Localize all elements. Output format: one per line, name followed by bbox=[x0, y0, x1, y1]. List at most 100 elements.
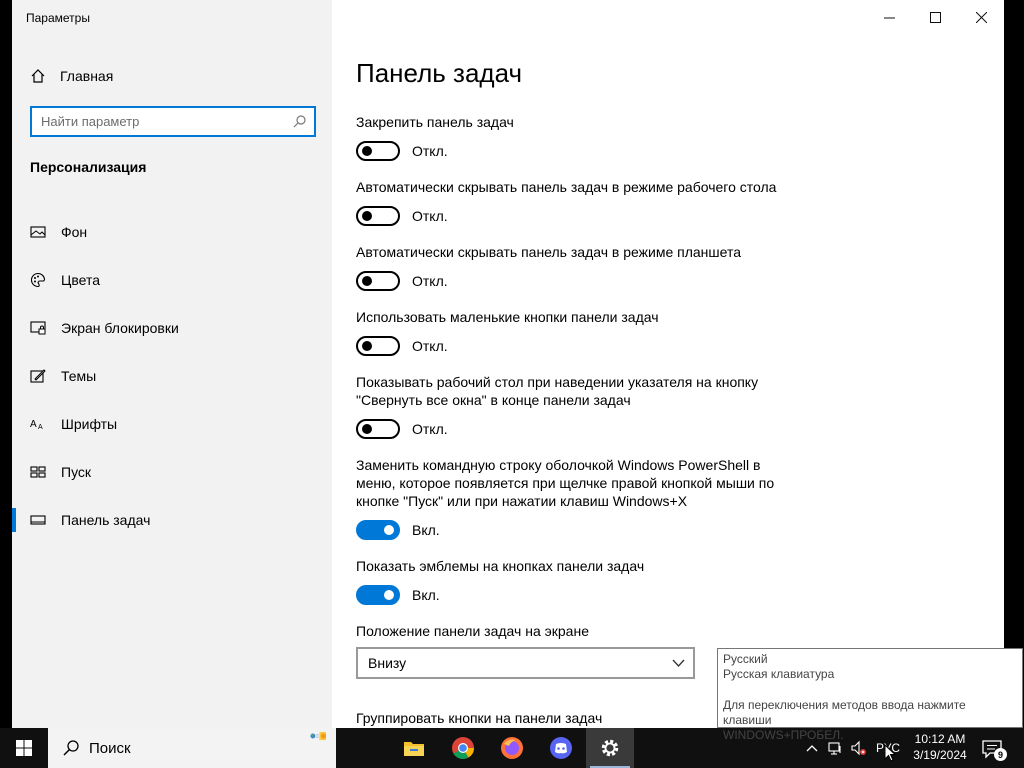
search-highlight-art-icon bbox=[310, 731, 326, 741]
minimize-button[interactable] bbox=[866, 0, 912, 34]
chevron-down-icon bbox=[672, 659, 685, 667]
sidebar-item-fonts[interactable]: AA Шрифты bbox=[12, 400, 332, 448]
setting-autohide-desktop: Автоматически скрывать панель задач в ре… bbox=[356, 178, 816, 226]
setting-lock-taskbar: Закрепить панель задач Откл. bbox=[356, 113, 816, 161]
sidebar-item-themes[interactable]: Темы bbox=[12, 352, 332, 400]
taskbar-search-box[interactable]: Поиск bbox=[48, 728, 336, 768]
setting-label: Использовать маленькие кнопки панели зад… bbox=[356, 309, 659, 325]
setting-badges: Показать эмблемы на кнопках панели задач… bbox=[356, 557, 816, 605]
setting-position: Положение панели задач на экране bbox=[356, 622, 816, 640]
discord-icon bbox=[550, 737, 572, 759]
tooltip-hint: Для переключения методов ввода нажмите к… bbox=[723, 698, 966, 727]
taskbar-app-firefox[interactable] bbox=[488, 728, 536, 768]
taskbar-position-dropdown[interactable]: Внизу bbox=[356, 647, 695, 679]
notification-count-badge: 9 bbox=[994, 748, 1007, 761]
toggle-state-text: Откл. bbox=[412, 421, 448, 437]
toggle-state-text: Вкл. bbox=[412, 522, 440, 538]
setting-small-buttons: Использовать маленькие кнопки панели зад… bbox=[356, 308, 816, 356]
window-title: Параметры bbox=[26, 11, 90, 25]
clock-date: 3/19/2024 bbox=[913, 748, 967, 762]
taskbar-app-file-explorer[interactable] bbox=[390, 728, 438, 768]
search-icon bbox=[63, 740, 79, 756]
sidebar: Параметры Главная Персонализация Фон Цве… bbox=[12, 0, 332, 728]
main-content: Панель задач Закрепить панель задач Откл… bbox=[332, 0, 1004, 728]
sidebar-item-label: Панель задач bbox=[61, 512, 151, 528]
toggle-state-text: Откл. bbox=[412, 338, 448, 354]
page-title: Панель задач bbox=[356, 58, 523, 88]
taskbar-icon bbox=[30, 515, 46, 525]
setting-label: Автоматически скрывать панель задач в ре… bbox=[356, 244, 741, 260]
tooltip-language: Русский bbox=[723, 652, 768, 666]
setting-autohide-tablet: Автоматически скрывать панель задач в ре… bbox=[356, 243, 816, 291]
tooltip-hint-keys: WINDOWS+ПРОБЕЛ. bbox=[723, 728, 844, 742]
taskbar-app-settings[interactable] bbox=[586, 728, 634, 768]
sidebar-item-label: Темы bbox=[61, 368, 97, 384]
setting-peek-desktop: Показывать рабочий стол при наведении ук… bbox=[356, 373, 776, 439]
toggle-state-text: Откл. bbox=[412, 143, 448, 159]
sidebar-item-start[interactable]: Пуск bbox=[12, 448, 332, 496]
home-label: Главная bbox=[60, 68, 114, 84]
setting-label: Показывать рабочий стол при наведении ук… bbox=[356, 374, 759, 408]
search-box[interactable] bbox=[30, 106, 316, 137]
mouse-pointer-icon bbox=[884, 744, 896, 762]
minimize-icon bbox=[883, 17, 895, 18]
sidebar-item-label: Шрифты bbox=[61, 416, 118, 432]
windows-logo-icon bbox=[16, 740, 32, 756]
small-buttons-toggle[interactable] bbox=[356, 336, 400, 356]
palette-icon bbox=[30, 272, 46, 288]
sidebar-item-lock-screen[interactable]: Экран блокировки bbox=[12, 304, 332, 352]
section-title: Персонализация bbox=[30, 159, 147, 175]
taskbar-app-discord[interactable] bbox=[537, 728, 585, 768]
lock-screen-icon bbox=[30, 321, 46, 335]
sidebar-item-label: Пуск bbox=[61, 464, 92, 480]
setting-label: Заменить командную строку оболочкой Wind… bbox=[356, 457, 775, 509]
start-button[interactable] bbox=[0, 728, 48, 768]
sidebar-item-label: Цвета bbox=[61, 272, 100, 288]
home-icon bbox=[31, 69, 45, 83]
image-icon bbox=[30, 226, 46, 238]
toggle-state-text: Откл. bbox=[412, 273, 448, 289]
home-nav-item[interactable]: Главная bbox=[30, 64, 113, 88]
setting-powershell: Заменить командную строку оболочкой Wind… bbox=[356, 456, 796, 540]
sidebar-item-colors[interactable]: Цвета bbox=[12, 256, 332, 304]
maximize-icon bbox=[929, 11, 941, 23]
chrome-icon bbox=[452, 737, 474, 759]
setting-label: Автоматически скрывать панель задач в ре… bbox=[356, 179, 777, 195]
lock-taskbar-toggle[interactable] bbox=[356, 141, 400, 161]
peek-desktop-toggle[interactable] bbox=[356, 419, 400, 439]
sidebar-item-label: Экран блокировки bbox=[61, 320, 179, 336]
input-language-tooltip: Русский Русская клавиатура Для переключе… bbox=[717, 648, 1023, 742]
setting-label-group-buttons: Группировать кнопки на панели задач bbox=[356, 710, 603, 726]
settings-window: Параметры Главная Персонализация Фон Цве… bbox=[12, 0, 1004, 728]
svg-text:A: A bbox=[38, 424, 43, 431]
tooltip-keyboard: Русская клавиатура bbox=[723, 667, 835, 681]
search-input[interactable] bbox=[32, 114, 282, 129]
taskbar-app-chrome[interactable] bbox=[439, 728, 487, 768]
fonts-icon: AA bbox=[30, 419, 43, 431]
maximize-button[interactable] bbox=[912, 0, 958, 34]
svg-text:A: A bbox=[30, 419, 37, 430]
search-icon[interactable] bbox=[293, 115, 306, 128]
firefox-icon bbox=[501, 737, 523, 759]
sidebar-item-label: Фон bbox=[61, 224, 88, 240]
close-button[interactable] bbox=[958, 0, 1004, 34]
start-icon bbox=[30, 466, 46, 478]
dropdown-value: Внизу bbox=[368, 655, 407, 671]
sidebar-nav: Фон Цвета Экран блокировки Темы AA Шрифт… bbox=[12, 208, 332, 544]
powershell-toggle[interactable] bbox=[356, 520, 400, 540]
sidebar-item-taskbar[interactable]: Панель задач bbox=[12, 496, 332, 544]
badges-toggle[interactable] bbox=[356, 585, 400, 605]
file-explorer-icon bbox=[404, 742, 424, 756]
autohide-desktop-toggle[interactable] bbox=[356, 206, 400, 226]
autohide-tablet-toggle[interactable] bbox=[356, 271, 400, 291]
setting-label: Показать эмблемы на кнопках панели задач bbox=[356, 558, 645, 574]
toggle-state-text: Откл. bbox=[412, 208, 448, 224]
toggle-state-text: Вкл. bbox=[412, 587, 440, 603]
themes-icon bbox=[30, 369, 46, 383]
settings-icon bbox=[601, 739, 619, 757]
window-caption-buttons bbox=[866, 0, 1004, 34]
sidebar-item-background[interactable]: Фон bbox=[12, 208, 332, 256]
close-icon bbox=[975, 11, 987, 23]
taskbar-search-label: Поиск bbox=[89, 739, 131, 757]
setting-label: Положение панели задач на экране bbox=[356, 623, 589, 639]
